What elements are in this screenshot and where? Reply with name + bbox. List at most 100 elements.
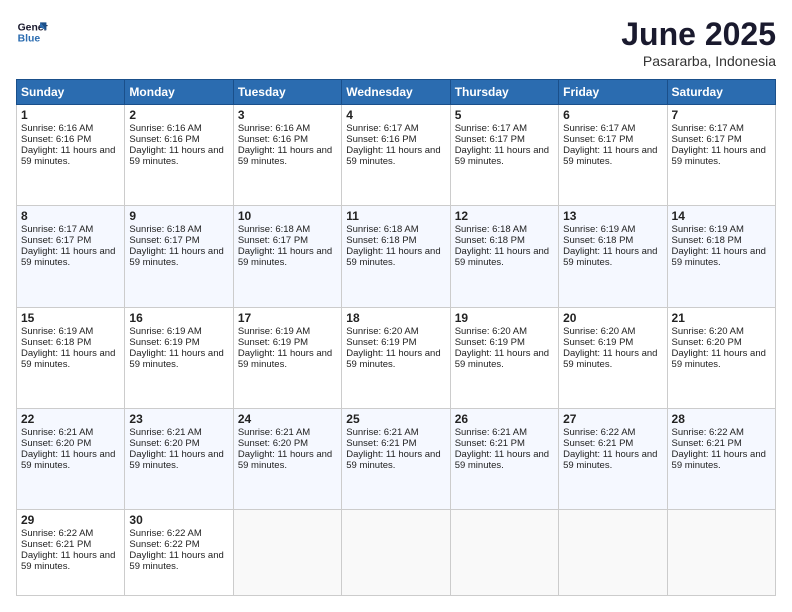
sunrise-label: Sunrise: 6:22 AM xyxy=(672,427,744,438)
table-row: 25 Sunrise: 6:21 AM Sunset: 6:21 PM Dayl… xyxy=(342,408,450,509)
table-row: 13 Sunrise: 6:19 AM Sunset: 6:18 PM Dayl… xyxy=(559,206,667,307)
table-row: 5 Sunrise: 6:17 AM Sunset: 6:17 PM Dayli… xyxy=(450,105,558,206)
day-number: 11 xyxy=(346,209,445,223)
logo: General Blue xyxy=(16,16,48,48)
day-number: 29 xyxy=(21,513,120,527)
table-row: 28 Sunrise: 6:22 AM Sunset: 6:21 PM Dayl… xyxy=(667,408,775,509)
day-number: 7 xyxy=(672,108,771,122)
daylight-label: Daylight: 11 hours and 59 minutes. xyxy=(455,145,549,167)
sunrise-label: Sunrise: 6:18 AM xyxy=(238,224,310,235)
sunset-label: Sunset: 6:16 PM xyxy=(21,134,91,145)
day-number: 21 xyxy=(672,311,771,325)
daylight-label: Daylight: 11 hours and 59 minutes. xyxy=(129,348,223,370)
day-number: 4 xyxy=(346,108,445,122)
daylight-label: Daylight: 11 hours and 59 minutes. xyxy=(672,348,766,370)
sunrise-label: Sunrise: 6:16 AM xyxy=(129,123,201,134)
sunrise-label: Sunrise: 6:19 AM xyxy=(129,326,201,337)
table-row: 2 Sunrise: 6:16 AM Sunset: 6:16 PM Dayli… xyxy=(125,105,233,206)
day-number: 20 xyxy=(563,311,662,325)
day-number: 12 xyxy=(455,209,554,223)
daylight-label: Daylight: 11 hours and 59 minutes. xyxy=(455,246,549,268)
sunset-label: Sunset: 6:19 PM xyxy=(455,337,525,348)
sunset-label: Sunset: 6:18 PM xyxy=(672,235,742,246)
sunrise-label: Sunrise: 6:21 AM xyxy=(455,427,527,438)
sunset-label: Sunset: 6:17 PM xyxy=(238,235,308,246)
daylight-label: Daylight: 11 hours and 59 minutes. xyxy=(346,246,440,268)
table-row: 9 Sunrise: 6:18 AM Sunset: 6:17 PM Dayli… xyxy=(125,206,233,307)
sunset-label: Sunset: 6:17 PM xyxy=(563,134,633,145)
sunrise-label: Sunrise: 6:17 AM xyxy=(563,123,635,134)
day-number: 5 xyxy=(455,108,554,122)
sunset-label: Sunset: 6:16 PM xyxy=(238,134,308,145)
daylight-label: Daylight: 11 hours and 59 minutes. xyxy=(563,348,657,370)
table-row: 4 Sunrise: 6:17 AM Sunset: 6:16 PM Dayli… xyxy=(342,105,450,206)
table-row: 1 Sunrise: 6:16 AM Sunset: 6:16 PM Dayli… xyxy=(17,105,125,206)
table-row: 24 Sunrise: 6:21 AM Sunset: 6:20 PM Dayl… xyxy=(233,408,341,509)
location-subtitle: Pasararba, Indonesia xyxy=(621,53,776,69)
table-row xyxy=(559,510,667,596)
table-row: 26 Sunrise: 6:21 AM Sunset: 6:21 PM Dayl… xyxy=(450,408,558,509)
table-row: 15 Sunrise: 6:19 AM Sunset: 6:18 PM Dayl… xyxy=(17,307,125,408)
table-row: 12 Sunrise: 6:18 AM Sunset: 6:18 PM Dayl… xyxy=(450,206,558,307)
sunset-label: Sunset: 6:17 PM xyxy=(455,134,525,145)
daylight-label: Daylight: 11 hours and 59 minutes. xyxy=(21,449,115,471)
sunrise-label: Sunrise: 6:18 AM xyxy=(455,224,527,235)
sunset-label: Sunset: 6:21 PM xyxy=(672,438,742,449)
day-number: 30 xyxy=(129,513,228,527)
sunrise-label: Sunrise: 6:22 AM xyxy=(563,427,635,438)
table-row xyxy=(342,510,450,596)
daylight-label: Daylight: 11 hours and 59 minutes. xyxy=(129,246,223,268)
day-number: 19 xyxy=(455,311,554,325)
sunrise-label: Sunrise: 6:20 AM xyxy=(455,326,527,337)
daylight-label: Daylight: 11 hours and 59 minutes. xyxy=(238,246,332,268)
day-number: 16 xyxy=(129,311,228,325)
daylight-label: Daylight: 11 hours and 59 minutes. xyxy=(455,449,549,471)
sunrise-label: Sunrise: 6:21 AM xyxy=(346,427,418,438)
daylight-label: Daylight: 11 hours and 59 minutes. xyxy=(129,550,223,572)
day-number: 15 xyxy=(21,311,120,325)
table-row: 29 Sunrise: 6:22 AM Sunset: 6:21 PM Dayl… xyxy=(17,510,125,596)
daylight-label: Daylight: 11 hours and 59 minutes. xyxy=(21,145,115,167)
day-number: 9 xyxy=(129,209,228,223)
table-row xyxy=(667,510,775,596)
sunset-label: Sunset: 6:19 PM xyxy=(346,337,416,348)
sunset-label: Sunset: 6:22 PM xyxy=(129,539,199,550)
day-number: 18 xyxy=(346,311,445,325)
sunrise-label: Sunrise: 6:20 AM xyxy=(346,326,418,337)
sunrise-label: Sunrise: 6:21 AM xyxy=(21,427,93,438)
table-row: 7 Sunrise: 6:17 AM Sunset: 6:17 PM Dayli… xyxy=(667,105,775,206)
table-row: 22 Sunrise: 6:21 AM Sunset: 6:20 PM Dayl… xyxy=(17,408,125,509)
sunrise-label: Sunrise: 6:19 AM xyxy=(238,326,310,337)
sunrise-label: Sunrise: 6:16 AM xyxy=(238,123,310,134)
col-sunday: Sunday xyxy=(17,80,125,105)
daylight-label: Daylight: 11 hours and 59 minutes. xyxy=(129,145,223,167)
sunset-label: Sunset: 6:20 PM xyxy=(672,337,742,348)
day-number: 2 xyxy=(129,108,228,122)
day-number: 10 xyxy=(238,209,337,223)
sunrise-label: Sunrise: 6:17 AM xyxy=(455,123,527,134)
col-saturday: Saturday xyxy=(667,80,775,105)
sunrise-label: Sunrise: 6:17 AM xyxy=(672,123,744,134)
daylight-label: Daylight: 11 hours and 59 minutes. xyxy=(672,246,766,268)
svg-text:Blue: Blue xyxy=(18,34,41,45)
day-number: 3 xyxy=(238,108,337,122)
sunrise-label: Sunrise: 6:21 AM xyxy=(238,427,310,438)
sunrise-label: Sunrise: 6:18 AM xyxy=(129,224,201,235)
daylight-label: Daylight: 11 hours and 59 minutes. xyxy=(346,449,440,471)
day-number: 28 xyxy=(672,412,771,426)
daylight-label: Daylight: 11 hours and 59 minutes. xyxy=(238,145,332,167)
daylight-label: Daylight: 11 hours and 59 minutes. xyxy=(21,246,115,268)
sunrise-label: Sunrise: 6:22 AM xyxy=(21,528,93,539)
sunrise-label: Sunrise: 6:17 AM xyxy=(346,123,418,134)
day-number: 14 xyxy=(672,209,771,223)
table-row: 30 Sunrise: 6:22 AM Sunset: 6:22 PM Dayl… xyxy=(125,510,233,596)
daylight-label: Daylight: 11 hours and 59 minutes. xyxy=(455,348,549,370)
day-number: 1 xyxy=(21,108,120,122)
day-number: 27 xyxy=(563,412,662,426)
daylight-label: Daylight: 11 hours and 59 minutes. xyxy=(346,348,440,370)
sunrise-label: Sunrise: 6:20 AM xyxy=(563,326,635,337)
month-title: June 2025 xyxy=(621,16,776,53)
sunset-label: Sunset: 6:20 PM xyxy=(21,438,91,449)
sunrise-label: Sunrise: 6:20 AM xyxy=(672,326,744,337)
table-row: 21 Sunrise: 6:20 AM Sunset: 6:20 PM Dayl… xyxy=(667,307,775,408)
